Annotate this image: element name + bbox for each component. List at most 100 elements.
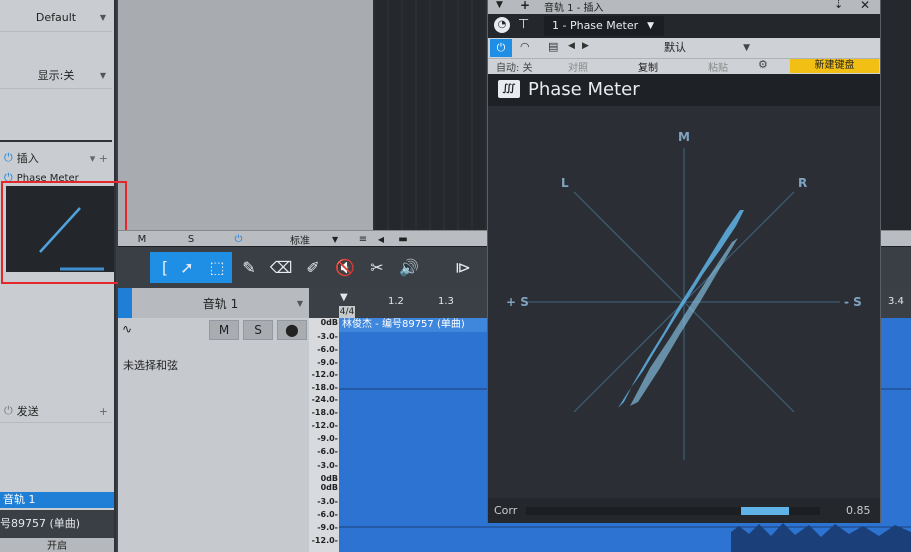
enable-button[interactable]: 开启 bbox=[0, 538, 114, 552]
new-keyboard-button[interactable]: 新建键盘 bbox=[790, 59, 879, 73]
chevron-down-icon: ▼ bbox=[99, 70, 106, 80]
axis-label-r: R bbox=[798, 176, 808, 190]
paste-button[interactable]: 粘贴 bbox=[708, 59, 728, 74]
collapse-icon[interactable]: ▼ bbox=[496, 0, 503, 10]
ruler-tick: 1.2 bbox=[388, 296, 404, 307]
axis-label-minus-s: - S bbox=[844, 295, 862, 309]
compare-button[interactable]: 对照 bbox=[568, 59, 588, 74]
plugin-selector-bar: ◔ ⊤ 1 - Phase Meter ▼ bbox=[488, 14, 880, 38]
mute-button[interactable]: M bbox=[118, 232, 166, 246]
scale-label: -6.0- bbox=[317, 446, 338, 456]
ruler-tick: 3.4 bbox=[888, 296, 904, 307]
collapse-icon[interactable]: ▬ bbox=[394, 232, 412, 246]
add-icon[interactable]: ▾ + bbox=[90, 152, 108, 165]
arrow-left-icon[interactable]: ◀ bbox=[374, 232, 388, 246]
top-panel bbox=[118, 0, 373, 230]
clip-title[interactable]: 林俊杰 - 编号89757 (单曲) bbox=[339, 318, 487, 332]
range-tool-icon[interactable]: ⬚ bbox=[202, 252, 232, 283]
plugin-header: ∭ Phase Meter bbox=[488, 74, 880, 106]
activity-icon[interactable]: ◠ bbox=[520, 40, 530, 53]
corr-label: Corr bbox=[494, 504, 518, 517]
scale-label: -24.0- bbox=[311, 395, 338, 405]
axis-label-l: L bbox=[561, 176, 569, 190]
chevron-down-icon: ▼ bbox=[99, 12, 106, 22]
paint-tool-icon[interactable]: ✐ bbox=[298, 252, 328, 283]
axis-label-plus-s: + S bbox=[506, 295, 529, 309]
menu-icon[interactable]: ≡ bbox=[356, 232, 370, 246]
track-color-bar bbox=[118, 288, 132, 318]
knob-icon[interactable]: ◔ bbox=[494, 17, 510, 33]
phase-meter-scope bbox=[528, 148, 840, 460]
add-icon[interactable]: + bbox=[99, 405, 108, 418]
plugin-select[interactable]: 1 - Phase Meter ▼ bbox=[544, 16, 664, 36]
track-mute-button[interactable]: M bbox=[209, 320, 239, 340]
mixer-faders-strip bbox=[373, 0, 489, 230]
presonus-logo-icon: ∭ bbox=[498, 80, 520, 98]
solo-button[interactable]: S bbox=[166, 232, 216, 246]
scale-label: -12.0- bbox=[311, 369, 338, 379]
eraser-tool-icon[interactable]: ⌫ bbox=[266, 252, 296, 283]
scale-label: -3.0- bbox=[317, 496, 338, 506]
chevron-down-icon: ▼ bbox=[647, 21, 654, 31]
time-signature[interactable]: 4/4 bbox=[339, 306, 355, 318]
arrow-tool-icon[interactable]: ➚ bbox=[172, 252, 202, 283]
track-name-field[interactable]: 音轨 1 ▼ bbox=[132, 288, 309, 318]
gear-icon[interactable]: ⚙ bbox=[758, 58, 768, 71]
bend-tool-icon[interactable]: ⧐ bbox=[448, 252, 478, 283]
correlation-bar: Corr 0.85 bbox=[488, 498, 880, 523]
split-tool-icon[interactable]: ✂ bbox=[362, 252, 392, 283]
pencil-tool-icon[interactable]: ✎ bbox=[234, 252, 264, 283]
default-preset-select[interactable]: Default ▼ bbox=[0, 6, 112, 28]
track-solo-button[interactable]: S bbox=[243, 320, 273, 340]
selected-track-label[interactable]: 音轨 1 bbox=[0, 492, 114, 508]
power-icon[interactable]: ⏻ bbox=[4, 404, 13, 418]
close-icon[interactable]: ✕ bbox=[860, 0, 870, 12]
corr-track bbox=[526, 507, 820, 515]
divider bbox=[0, 422, 112, 423]
scale-label: -12.0- bbox=[311, 535, 338, 545]
chevron-down-icon: ▼ bbox=[296, 298, 303, 308]
scale-label: -9.0- bbox=[317, 433, 338, 443]
scale-label: -6.0- bbox=[317, 344, 338, 354]
add-icon[interactable]: + bbox=[520, 0, 530, 12]
listen-tool-icon[interactable]: 🔊 bbox=[394, 252, 424, 283]
plugin-window-titlebar[interactable]: ▼ + 音轨 1 - 插入 ⇣ ✕ bbox=[488, 0, 880, 14]
scale-label: -9.0- bbox=[317, 522, 338, 532]
arrow-left-icon[interactable]: ◀ bbox=[568, 41, 575, 51]
mode-select[interactable]: 标准 ▼ bbox=[268, 232, 358, 247]
scale-label: -9.0- bbox=[317, 357, 338, 367]
automation-toggle[interactable]: 自动: 关 bbox=[496, 59, 533, 74]
window-title: 音轨 1 - 插入 bbox=[544, 3, 604, 14]
mute-tool-icon[interactable]: 🔇 bbox=[330, 252, 360, 283]
chevron-down-icon: ▼ bbox=[743, 43, 750, 53]
chord-selector[interactable]: 未选择和弦 bbox=[123, 357, 178, 373]
inserts-header[interactable]: ⏻ 插入 ▾ + bbox=[4, 150, 112, 166]
monitor-toggle[interactable]: ⬤ bbox=[277, 320, 307, 340]
scale-label: -18.0- bbox=[311, 407, 338, 417]
scale-label: -3.0- bbox=[317, 331, 338, 341]
highlight-box bbox=[1, 181, 127, 284]
sends-header[interactable]: ⏻ 发送 + bbox=[4, 403, 112, 419]
display-toggle-select[interactable]: 显示:关 ▼ bbox=[0, 64, 112, 86]
copy-button[interactable]: 复制 bbox=[638, 59, 658, 74]
clip-name-label: 号89757 (单曲) bbox=[0, 510, 114, 538]
corr-value: 0.85 bbox=[846, 504, 871, 517]
plugin-name: Phase Meter bbox=[528, 79, 640, 100]
pin-icon[interactable]: ⇣ bbox=[834, 0, 843, 11]
corr-fill bbox=[740, 507, 789, 515]
document-icon[interactable]: ▤ bbox=[548, 40, 558, 53]
routing-icon[interactable]: ⊤ bbox=[518, 17, 529, 32]
playhead-marker[interactable]: ▼ bbox=[340, 292, 348, 303]
phase-meter-display: M L R + S - S bbox=[488, 106, 880, 498]
scale-label: 0dB bbox=[320, 317, 338, 327]
arrow-right-icon[interactable]: ▶ bbox=[582, 41, 589, 51]
scale-label: -12.0- bbox=[311, 420, 338, 430]
ruler-tick: 1.3 bbox=[438, 296, 454, 307]
scale-label: 0dB bbox=[320, 483, 338, 493]
power-icon[interactable]: ⏻ bbox=[490, 39, 512, 57]
divider bbox=[0, 31, 112, 32]
scale-label: -6.0- bbox=[317, 509, 338, 519]
power-icon[interactable]: ⏻ bbox=[216, 232, 261, 246]
preset-select[interactable]: 默认 ▼ bbox=[600, 40, 750, 56]
power-icon[interactable]: ⏻ bbox=[4, 151, 13, 165]
